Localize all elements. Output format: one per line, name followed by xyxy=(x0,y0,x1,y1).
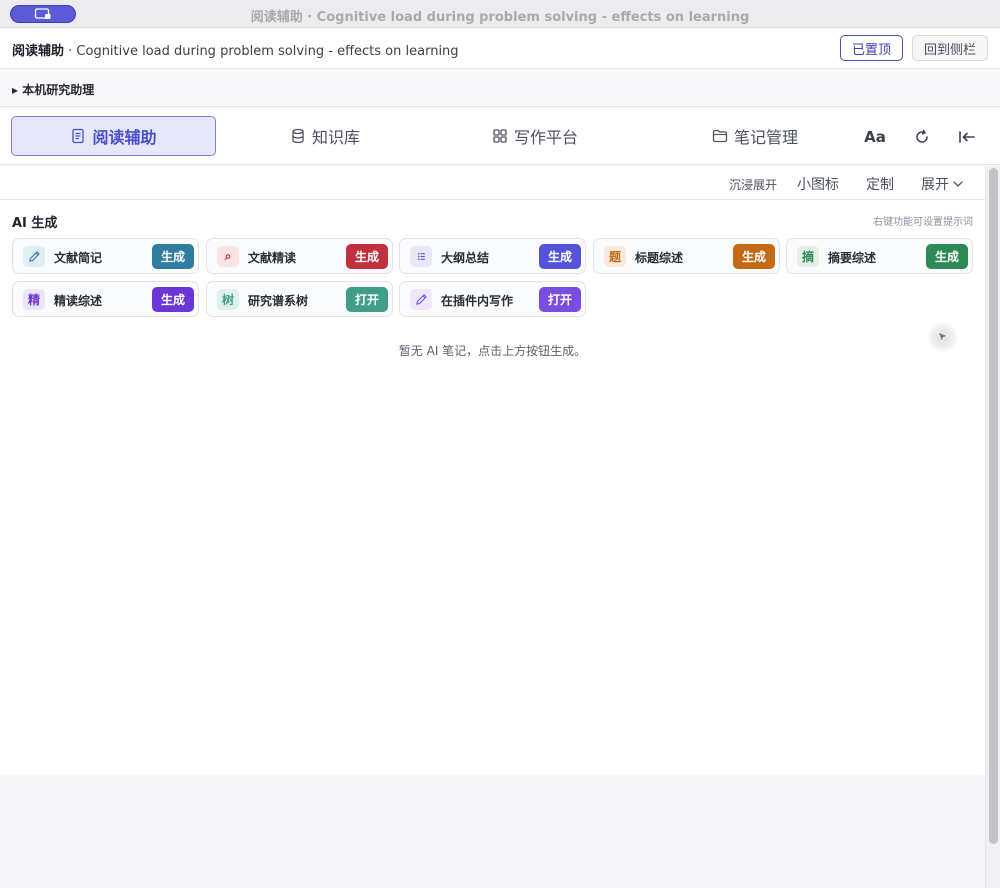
pencil-icon xyxy=(410,289,432,310)
tab-label: 知识库 xyxy=(311,128,360,147)
ai-card-label: 精读综述 xyxy=(54,294,103,308)
ai-card-label: 文献精读 xyxy=(248,251,297,265)
ai-card-label: 标题综述 xyxy=(635,251,684,265)
ai-card-brief-notes[interactable]: 文献简记 生成 xyxy=(12,238,199,274)
customize-button[interactable]: 定制 xyxy=(866,174,894,194)
back-to-sidebar-button[interactable]: 回到侧栏 xyxy=(912,35,988,61)
open-button[interactable]: 打开 xyxy=(539,287,581,312)
ai-card-label: 大纲总结 xyxy=(441,251,490,265)
empty-state-message: 暂无 AI 笔记，点击上方按钮生成。 xyxy=(398,344,587,358)
view-toolbar: 沉浸展开 小图标 定制 展开 xyxy=(0,166,985,200)
bottom-blank-area xyxy=(0,774,985,888)
tab-label: 笔记管理 xyxy=(733,128,798,147)
generate-button[interactable]: 生成 xyxy=(152,287,194,312)
database-icon xyxy=(292,128,304,144)
cursor-arrow-icon xyxy=(937,331,949,343)
folder-icon xyxy=(712,129,728,143)
ai-card-label: 在插件内写作 xyxy=(441,294,514,308)
small-icons-button[interactable]: 小图标 xyxy=(797,174,839,194)
open-button[interactable]: 打开 xyxy=(346,287,388,312)
tree-char-icon: 树 xyxy=(217,289,239,310)
ai-card-outline-summary[interactable]: 大纲总结 生成 xyxy=(399,238,586,274)
page-title-paper: · Cognitive load during problem solving … xyxy=(64,44,459,59)
document-icon xyxy=(72,128,85,144)
pencil-icon xyxy=(23,246,45,267)
abstract-char-icon: 摘 xyxy=(797,246,819,267)
collapse-left-icon xyxy=(959,131,975,143)
vertical-scrollbar[interactable] xyxy=(985,166,1000,888)
pinned-button[interactable]: 已置顶 xyxy=(840,35,903,61)
panel-header: 阅读辅助 · Cognitive load during problem sol… xyxy=(0,29,1000,69)
tab-notes-management[interactable]: 笔记管理 xyxy=(680,116,830,156)
expand-dropdown[interactable]: 展开 xyxy=(921,174,964,194)
refresh-button[interactable] xyxy=(911,126,933,148)
ai-section-title: AI 生成 xyxy=(12,216,58,231)
research-assistant-toggle[interactable]: ▸ 本机研究助理 xyxy=(0,70,1000,107)
list-icon xyxy=(410,246,432,267)
ai-card-abstract-review[interactable]: 摘 摘要综述 生成 xyxy=(786,238,973,274)
main-tabs: 阅读辅助 知识库 写作平台 笔记管理 Aa xyxy=(0,108,1000,165)
generate-button[interactable]: 生成 xyxy=(346,244,388,269)
ai-card-title-review[interactable]: 题 标题综述 生成 xyxy=(593,238,780,274)
chevron-down-icon xyxy=(953,181,963,187)
tab-label: 阅读辅助 xyxy=(92,128,157,147)
page-title: 阅读辅助 · Cognitive load during problem sol… xyxy=(12,40,459,59)
intensive-char-icon: 精 xyxy=(23,289,45,310)
tab-writing-platform[interactable]: 写作平台 xyxy=(465,116,605,156)
mouse-cursor xyxy=(928,322,958,352)
window-titlebar: 阅读辅助 · Cognitive load during problem sol… xyxy=(0,0,1000,28)
ai-section-hint: 右键功能可设置提示词 xyxy=(873,217,973,228)
refresh-icon xyxy=(916,129,928,143)
generate-button[interactable]: 生成 xyxy=(152,244,194,269)
generate-button[interactable]: 生成 xyxy=(539,244,581,269)
ai-card-label: 文献简记 xyxy=(54,251,103,265)
ai-card-intensive-review[interactable]: 精 精读综述 生成 xyxy=(12,281,199,317)
content-area: 沉浸展开 小图标 定制 展开 AI 生成 右键功能可设置提示词 文献简记 生成 … xyxy=(0,166,985,774)
font-size-button[interactable]: Aa xyxy=(862,126,888,148)
scrollbar-thumb[interactable] xyxy=(989,168,998,844)
tab-knowledge-base[interactable]: 知识库 xyxy=(250,116,400,156)
generate-button[interactable]: 生成 xyxy=(733,244,775,269)
research-assistant-label: ▸ 本机研究助理 xyxy=(12,83,95,97)
collapse-panel-button[interactable] xyxy=(955,126,979,148)
magnifier-icon: ⌕ xyxy=(217,246,239,267)
ai-card-label: 摘要综述 xyxy=(828,251,877,265)
window-title: 阅读辅助 · Cognitive load during problem sol… xyxy=(250,10,750,25)
page-title-section: 阅读辅助 xyxy=(12,44,65,59)
generate-button[interactable]: 生成 xyxy=(926,244,968,269)
grid-icon xyxy=(493,129,507,143)
immersive-expand-button[interactable]: 沉浸展开 xyxy=(729,176,777,193)
expand-label: 展开 xyxy=(921,177,949,193)
ai-card-label: 研究谱系树 xyxy=(248,294,309,308)
tab-reading-assist[interactable]: 阅读辅助 xyxy=(11,116,216,156)
title-char-icon: 题 xyxy=(604,246,626,267)
ai-card-research-tree[interactable]: 树 研究谱系树 打开 xyxy=(206,281,393,317)
ai-card-close-reading[interactable]: ⌕ 文献精读 生成 xyxy=(206,238,393,274)
ai-card-write-in-plugin[interactable]: 在插件内写作 打开 xyxy=(399,281,586,317)
tab-label: 写作平台 xyxy=(513,128,578,147)
